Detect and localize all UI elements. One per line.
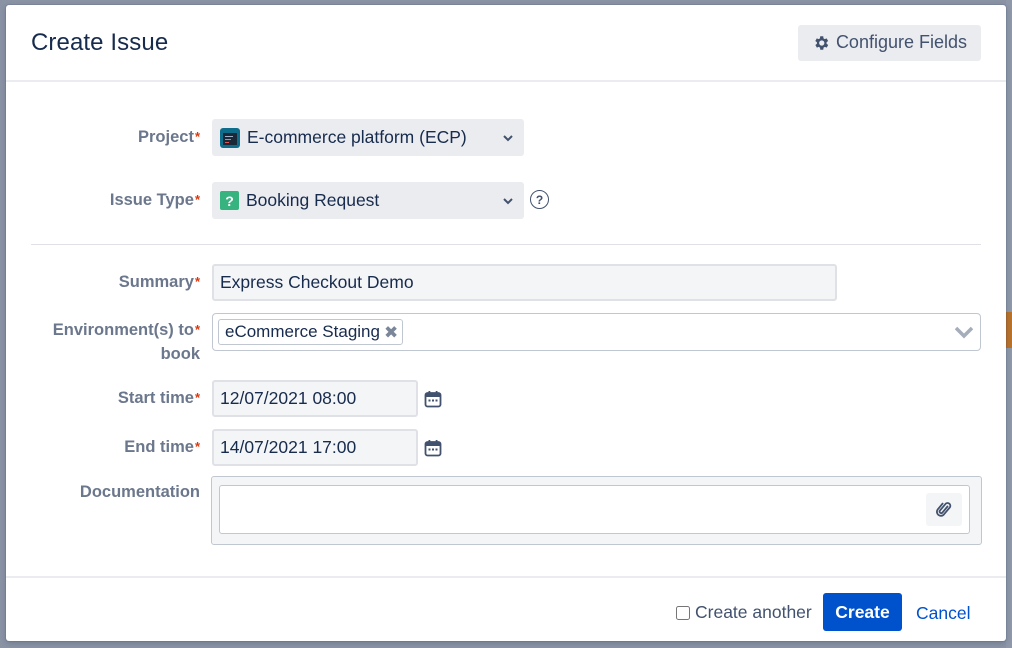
attach-button[interactable] [926,493,962,526]
remove-tag-icon[interactable]: ✖ [384,324,398,341]
issue-type-label: Issue Type* [109,191,200,209]
environment-tag-label: eCommerce Staging [225,322,380,341]
section-divider [31,244,981,245]
chevron-down-icon [503,134,513,141]
project-select[interactable]: E-commerce platform (ECP) [212,119,524,156]
dialog-title: Create Issue [31,28,169,56]
chevron-down-icon[interactable] [953,321,975,343]
end-time-input[interactable]: 14/07/2021 17:00 [212,429,418,466]
help-icon[interactable]: ? [530,190,549,209]
create-another-toggle[interactable]: Create another [676,602,812,623]
dialog-body: Project* E-commerce platform (ECP) Issue… [6,82,1006,575]
summary-value: Express Checkout Demo [220,272,414,292]
project-value: E-commerce platform (ECP) [247,127,467,147]
paperclip-icon [936,501,952,517]
create-another-checkbox[interactable] [676,605,690,620]
dialog-header: Create Issue Configure Fields [6,5,1006,82]
issue-type-value: Booking Request [246,190,380,210]
issue-type-select[interactable]: ? Booking Request [212,182,524,219]
summary-label: Summary* [118,273,200,291]
question-mark-icon: ? [220,191,239,210]
environments-multiselect[interactable]: eCommerce Staging ✖ [212,313,981,351]
environment-tag: eCommerce Staging ✖ [218,319,404,345]
calendar-icon[interactable] [424,439,442,457]
background-highlight [1006,312,1012,348]
create-another-label: Create another [695,602,812,622]
create-issue-dialog: Create Issue Configure Fields Project* E… [6,5,1006,641]
start-time-value: 12/07/2021 08:00 [220,388,357,408]
environments-label: Environment(s) to* book [52,321,200,363]
start-time-label: Start time* [117,389,200,407]
summary-input[interactable]: Express Checkout Demo [212,264,837,301]
end-time-value: 14/07/2021 17:00 [220,437,357,457]
project-label: Project* [138,128,200,146]
documentation-textarea[interactable] [219,485,970,534]
cancel-link[interactable]: Cancel [916,603,970,624]
project-avatar-icon [220,127,240,148]
documentation-field [211,476,982,545]
chevron-down-icon [503,197,513,204]
documentation-label: Documentation [79,483,200,501]
start-time-input[interactable]: 12/07/2021 08:00 [212,380,418,417]
configure-fields-label: Configure Fields [835,32,967,52]
gear-icon [815,35,829,50]
create-button[interactable]: Create [823,593,902,631]
calendar-icon[interactable] [424,390,442,408]
dialog-footer: Create another Create Cancel [6,576,1006,641]
end-time-label: End time* [124,438,200,456]
configure-fields-button[interactable]: Configure Fields [797,24,981,61]
